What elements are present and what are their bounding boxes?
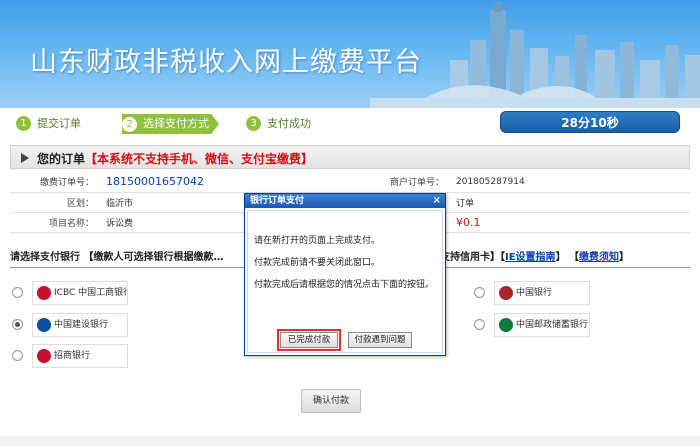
payment-problem-button[interactable]: 付款遇到问题: [348, 332, 412, 348]
payment-done-button[interactable]: 已完成付款: [277, 329, 341, 351]
bank-hint: 【缴款人可选择银行根据缴款…: [83, 252, 224, 263]
dialog-line-2: 付款完成前请不要关闭此窗口。: [254, 258, 381, 268]
order-title: 您的订单: [37, 152, 86, 166]
city-skyline-image: [370, 2, 700, 108]
payment-notice-link[interactable]: 缴费须知: [579, 252, 619, 263]
bank-radio[interactable]: [474, 287, 485, 298]
bank-payment-dialog: 银行订单支付 × 请在新打开的页面上完成支付。 付款完成前请不要关闭此窗口。 付…: [244, 193, 446, 356]
dialog-line-3: 付款完成后请根据您的情况点击下面的按钮。: [254, 280, 435, 290]
countdown-timer: 28分10秒: [500, 111, 680, 133]
bank-prompt: 请选择支付银行: [10, 252, 80, 263]
ie-guide-link[interactable]: IE设置指南: [505, 252, 556, 263]
dialog-body: 请在新打开的页面上完成支付。 付款完成前请不要关闭此窗口。 付款完成后请根据您的…: [247, 210, 443, 353]
step-payment-success: 3 支付成功: [246, 115, 311, 133]
dialog-title-bar: 银行订单支付 ×: [245, 194, 445, 208]
cmb-logo: 招商银行: [32, 344, 128, 368]
play-triangle-icon: [21, 153, 29, 163]
confirm-payment-button[interactable]: 确认付款: [301, 389, 361, 413]
bank-logo-icon: [499, 317, 513, 332]
bank-radio[interactable]: [474, 319, 485, 330]
platform-title: 山东财政非税收入网上缴费平台: [30, 47, 422, 78]
order-notice: 【本系统不支持手机、微信、支付宝缴费】: [85, 152, 314, 166]
order-fragment: 订单: [450, 192, 690, 213]
order-header: 您的订单【本系统不支持手机、微信、支付宝缴费】: [10, 145, 690, 169]
icbc-logo: ICBC 中国工商银行: [32, 281, 128, 305]
psbc-logo: 中国邮政储蓄银行: [494, 313, 590, 337]
merchant-order-no: 201805287914: [450, 172, 690, 193]
dialog-line-1: 请在新打开的页面上完成支付。: [254, 236, 381, 246]
close-icon[interactable]: ×: [433, 194, 441, 208]
step-submit-order: 1 提交订单: [16, 115, 81, 133]
footer-bar: [0, 436, 700, 446]
amount-value: ¥0.1: [450, 212, 690, 233]
boc-logo: 中国银行: [494, 281, 590, 305]
table-row: 缴费订单号： 1815000165704​2 商户订单号： 2018052879…: [10, 172, 690, 193]
bank-logo-icon: [37, 317, 51, 332]
payment-order-no: 1815000165704​2: [100, 172, 340, 193]
dialog-title: 银行订单支付: [250, 196, 305, 206]
step-choose-payment: 2 选择支付方式: [122, 114, 219, 134]
bank-logo-icon: [37, 285, 51, 300]
bank-radio[interactable]: [12, 350, 23, 361]
banner: 山东财政非税收入网上缴费平台: [0, 0, 700, 108]
ccb-logo: 中国建设银行: [32, 313, 128, 337]
bank-radio[interactable]: [12, 319, 23, 330]
bank-logo-icon: [37, 348, 51, 363]
bank-radio[interactable]: [12, 287, 23, 298]
bank-logo-icon: [499, 285, 513, 300]
